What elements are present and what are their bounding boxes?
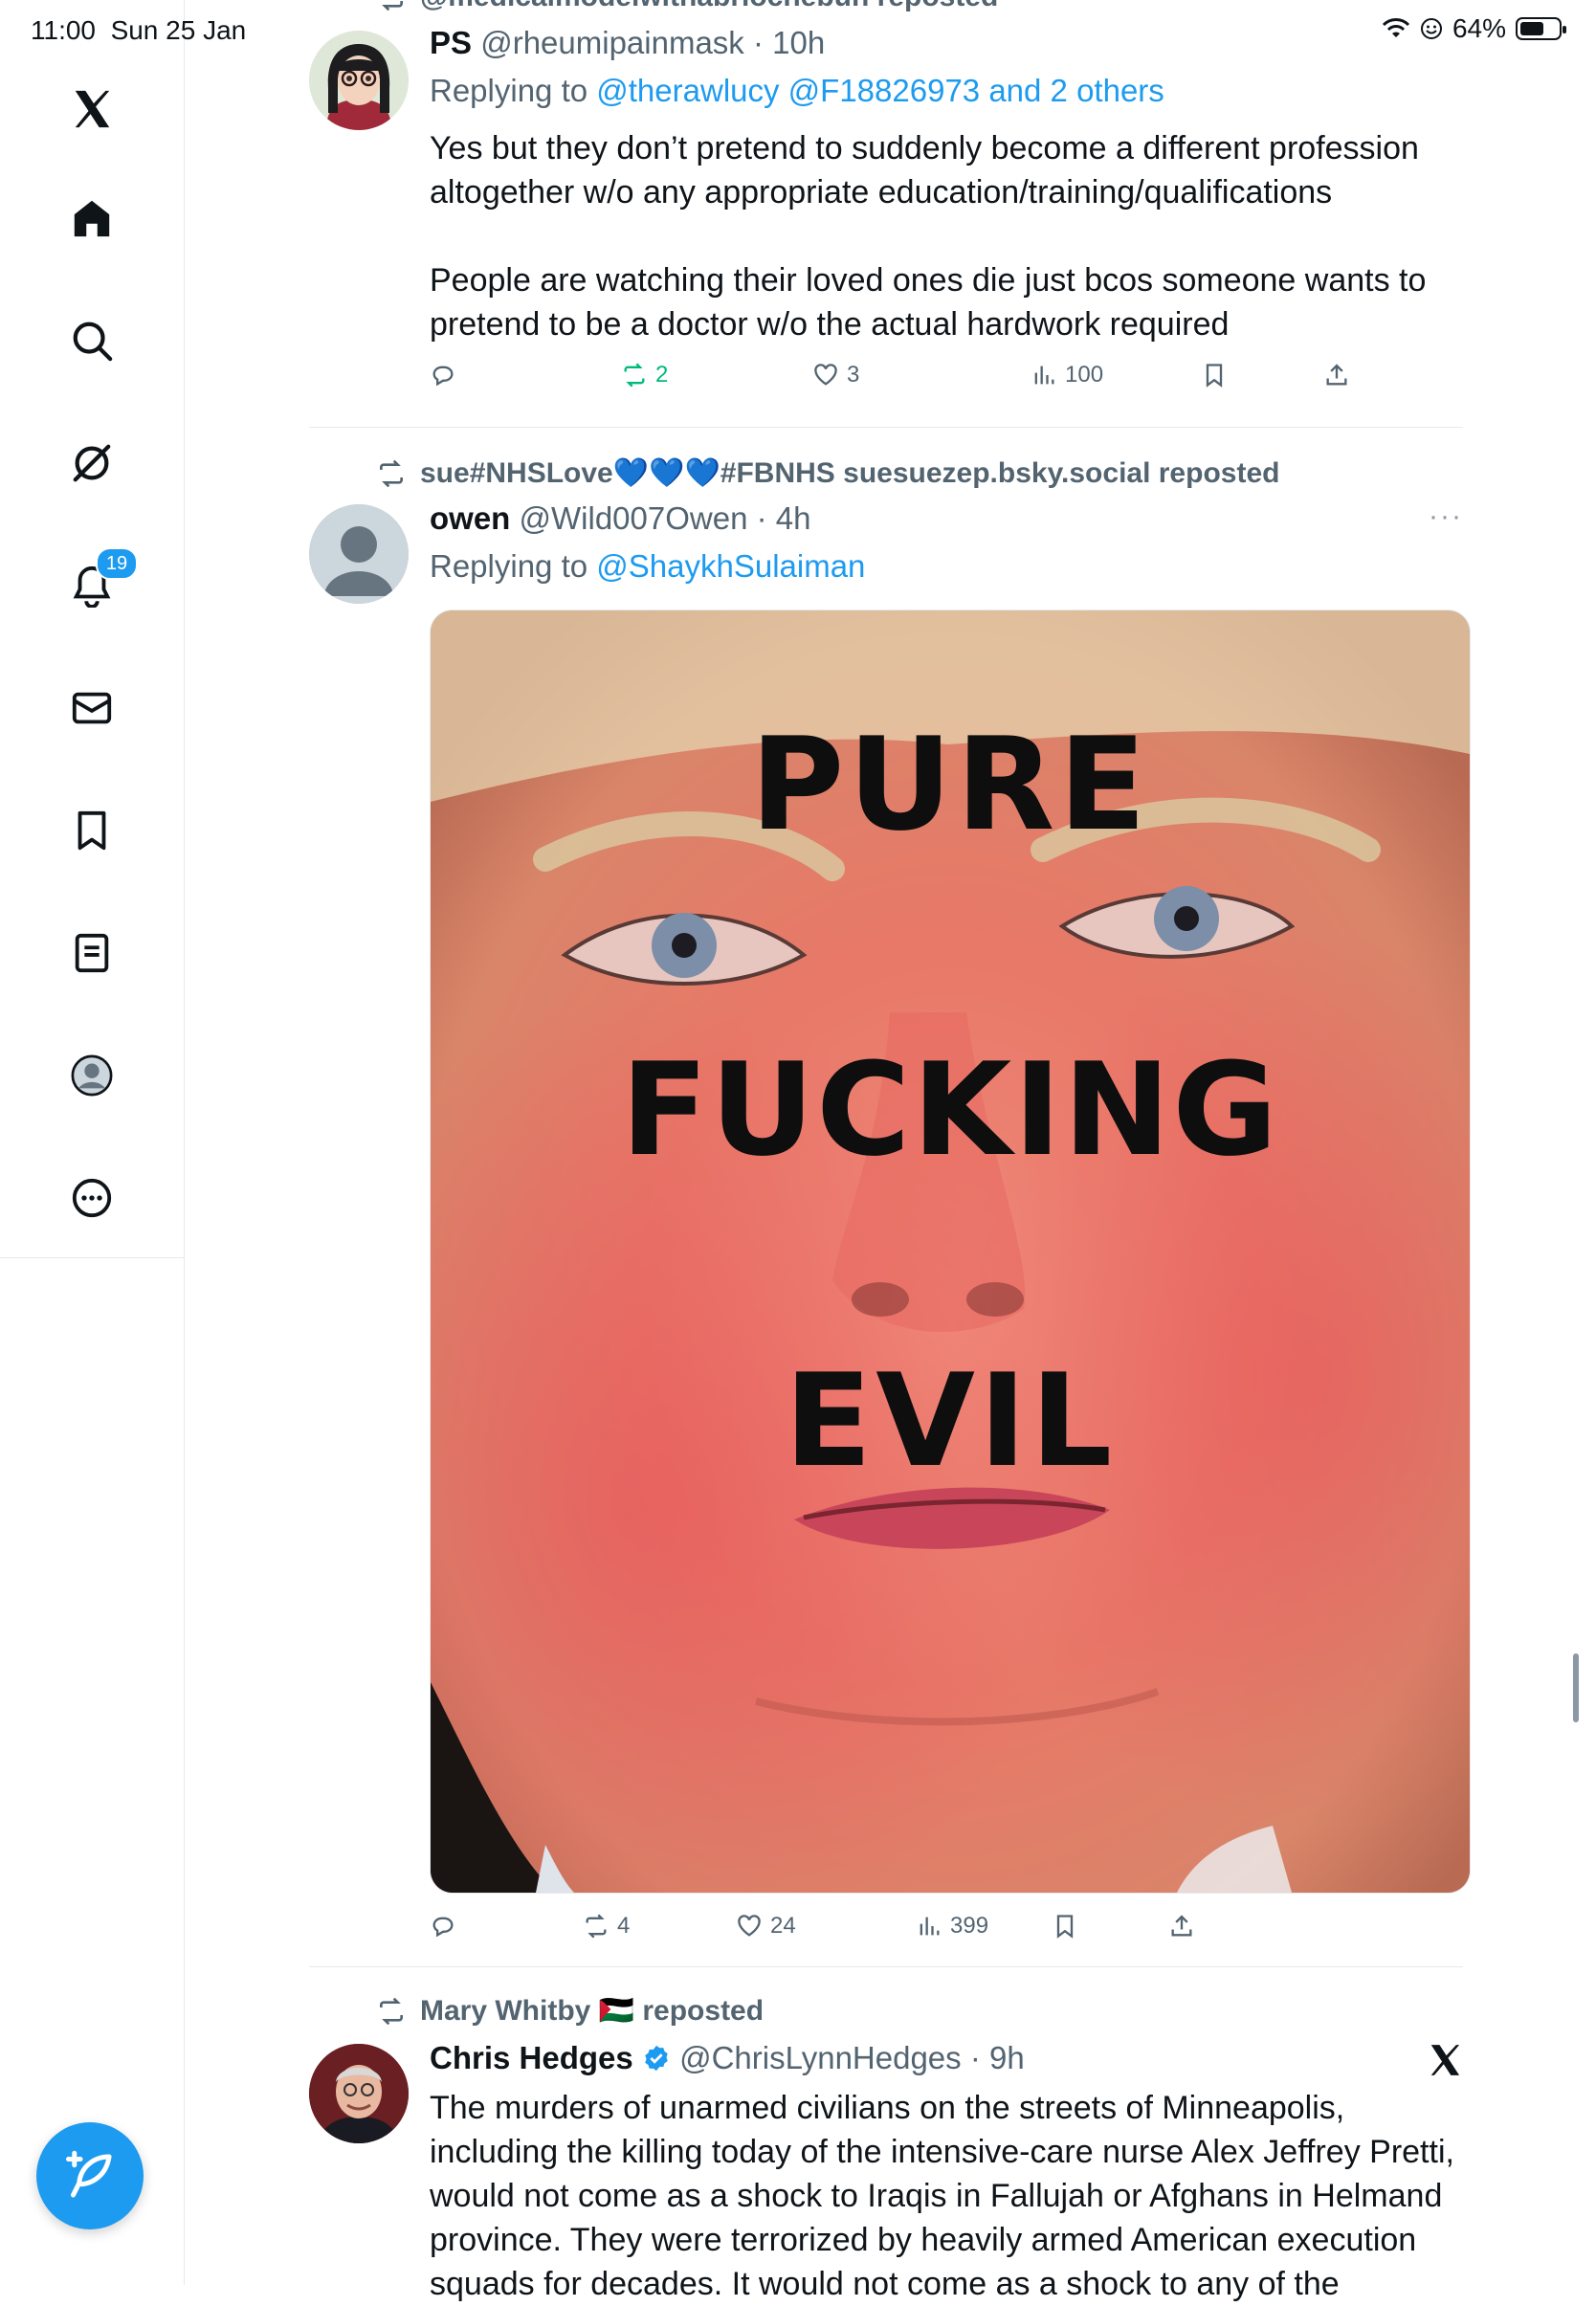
verified-badge-icon bbox=[645, 2045, 668, 2072]
sidebar: 19 bbox=[0, 0, 185, 2285]
views-chart-icon bbox=[920, 1917, 940, 1936]
share-icon bbox=[1171, 1915, 1192, 1937]
focus-mode-icon bbox=[1420, 18, 1442, 39]
repost-button[interactable]: 2 bbox=[621, 362, 668, 388]
image-caption-line-1: PURE bbox=[750, 710, 1150, 859]
reply-icon bbox=[432, 366, 454, 387]
post-text: Yes but they don’t pretend to suddenly b… bbox=[430, 130, 1427, 343]
more-options-icon[interactable] bbox=[54, 1160, 130, 1236]
reply-mentions-link[interactable]: @therawlucy @F18826973 and 2 others bbox=[596, 73, 1164, 108]
battery-percent: 64% bbox=[1452, 13, 1506, 43]
image-caption-line-2: FUCKING bbox=[621, 1035, 1280, 1185]
status-bar: 11:00 Sun 25 Jan 64% bbox=[0, 0, 1596, 61]
compose-feather-icon bbox=[66, 2150, 112, 2198]
image-caption-line-3: EVIL bbox=[785, 1346, 1117, 1496]
avatar[interactable] bbox=[309, 2044, 409, 2143]
post-time[interactable]: 4h bbox=[776, 500, 811, 536]
replying-to: Replying to @therawlucy @F18826973 and 2… bbox=[430, 73, 1164, 108]
home-icon[interactable] bbox=[54, 180, 130, 256]
post-image[interactable]: PURE FUCKING EVIL bbox=[430, 610, 1471, 1894]
like-count: 24 bbox=[770, 1913, 796, 1939]
post-time[interactable]: 9h bbox=[989, 2040, 1025, 2075]
views-chart-icon bbox=[1034, 366, 1054, 385]
repost-context: sue#NHSLove💙💙💙#FBNHS suesuezep.bsky.soci… bbox=[376, 456, 1279, 490]
bookmark-icon bbox=[1056, 1915, 1074, 1939]
share-icon bbox=[1326, 364, 1347, 386]
repost-icon bbox=[624, 363, 645, 388]
scrollbar[interactable] bbox=[1573, 1653, 1579, 1722]
battery-icon bbox=[1516, 17, 1566, 40]
view-count: 100 bbox=[1065, 362, 1104, 388]
post-header: owen @Wild007Owen · 4h bbox=[430, 500, 811, 536]
like-count: 3 bbox=[847, 362, 860, 388]
post[interactable]: Mary Whitby 🇵🇸 reposted Chris Hedges @Ch… bbox=[309, 1967, 1463, 2302]
repost-count: 2 bbox=[655, 362, 669, 388]
heart-icon bbox=[738, 1915, 761, 1937]
views-button[interactable]: 399 bbox=[916, 1913, 988, 1940]
repost-icon bbox=[380, 1997, 403, 2025]
post[interactable]: sue#NHSLove💙💙💙#FBNHS suesuezep.bsky.soci… bbox=[309, 428, 1471, 1966]
author-handle[interactable]: @ChrisLynnHedges bbox=[679, 2040, 962, 2075]
bookmark-button[interactable] bbox=[1052, 1913, 1078, 1940]
sidebar-divider bbox=[0, 1257, 184, 1258]
author-handle[interactable]: @Wild007Owen bbox=[520, 500, 748, 536]
x-logo-icon[interactable] bbox=[54, 71, 130, 147]
messages-icon[interactable] bbox=[54, 670, 130, 746]
lists-icon[interactable] bbox=[54, 915, 130, 991]
bookmark-icon bbox=[1206, 364, 1223, 388]
repost-context: Mary Whitby 🇵🇸 reposted bbox=[376, 1994, 764, 2028]
repost-count: 4 bbox=[617, 1913, 631, 1939]
post-header: Chris Hedges @ChrisLynnHedges · 9h bbox=[430, 2040, 1025, 2075]
notifications-icon[interactable]: 19 bbox=[54, 547, 138, 624]
repost-icon bbox=[586, 1914, 607, 1939]
compose-post-button[interactable] bbox=[36, 2122, 144, 2229]
views-button[interactable]: 100 bbox=[1031, 362, 1103, 388]
post[interactable]: @medicalmodelwithabriochebun reposted PS… bbox=[309, 0, 1463, 427]
profile-avatar-icon[interactable] bbox=[54, 1037, 130, 1114]
avatar[interactable] bbox=[309, 504, 409, 604]
x-logo-icon bbox=[1427, 2042, 1463, 2083]
status-time: 11:00 Sun 25 Jan bbox=[31, 15, 247, 45]
bookmark-button[interactable] bbox=[1201, 362, 1228, 388]
grok-icon[interactable] bbox=[54, 425, 130, 501]
author-name[interactable]: Chris Hedges bbox=[430, 2040, 633, 2075]
like-button[interactable]: 24 bbox=[736, 1913, 796, 1940]
share-button[interactable] bbox=[1168, 1913, 1195, 1940]
like-button[interactable]: 3 bbox=[812, 362, 859, 388]
repost-button[interactable]: 4 bbox=[583, 1913, 630, 1940]
bookmarks-icon[interactable] bbox=[54, 792, 130, 869]
reply-mentions-link[interactable]: @ShaykhSulaiman bbox=[596, 548, 865, 584]
author-name[interactable]: owen bbox=[430, 500, 510, 536]
reply-button[interactable] bbox=[430, 362, 456, 388]
post-text: The murders of unarmed civilians on the … bbox=[430, 2090, 1454, 2302]
share-button[interactable] bbox=[1323, 362, 1350, 388]
search-icon[interactable] bbox=[54, 302, 130, 379]
replying-to: Replying to @ShaykhSulaiman bbox=[430, 548, 866, 584]
view-count: 399 bbox=[950, 1913, 989, 1939]
notifications-badge: 19 bbox=[96, 547, 138, 580]
image-face-graphic: PURE FUCKING EVIL bbox=[431, 610, 1470, 1893]
heart-icon bbox=[814, 364, 837, 386]
timeline: @medicalmodelwithabriochebun reposted PS… bbox=[185, 0, 1596, 2302]
reply-button[interactable] bbox=[430, 1913, 456, 1940]
reply-icon bbox=[432, 1917, 454, 1938]
repost-icon bbox=[380, 459, 403, 487]
wifi-icon bbox=[1382, 18, 1410, 37]
post-more-button[interactable]: ··· bbox=[1429, 500, 1463, 533]
status-right: 64% bbox=[1382, 13, 1566, 44]
